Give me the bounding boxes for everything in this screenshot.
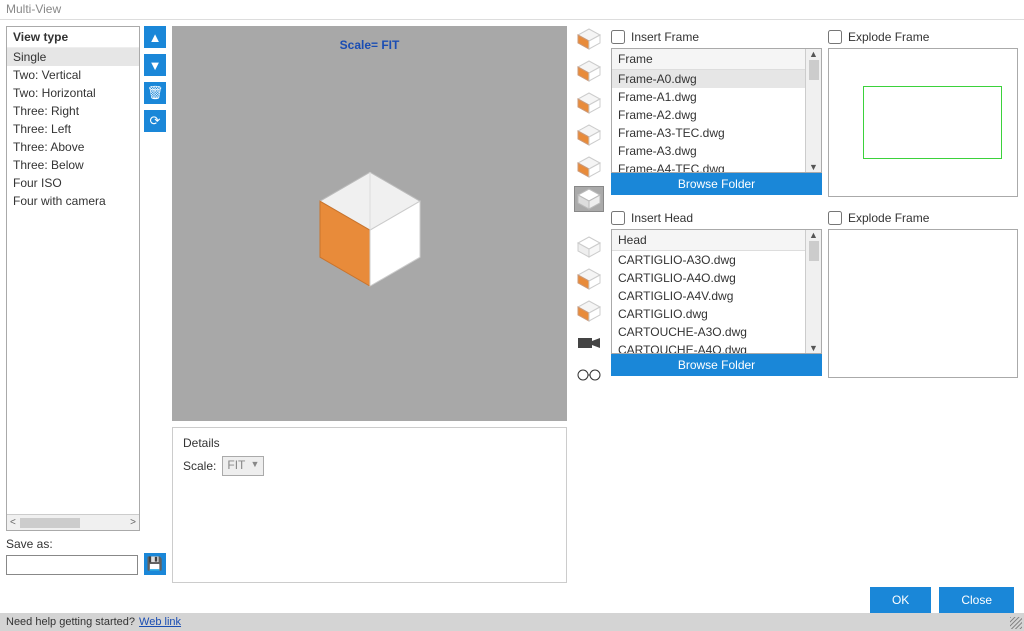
window-title: Multi-View <box>6 2 61 16</box>
frame-panel: Insert Frame Frame Frame-A0.dwg Frame-A1… <box>611 26 1018 197</box>
frame-file-item[interactable]: Frame-A4-TEC.dwg <box>612 160 805 172</box>
scroll-thumb[interactable] <box>20 518 80 528</box>
move-up-button[interactable]: ▲ <box>144 26 166 48</box>
save-as-input[interactable] <box>6 555 138 575</box>
insert-frame-label: Insert Frame <box>631 30 699 44</box>
view-type-item[interactable]: Two: Horizontal <box>7 84 139 102</box>
view-type-item[interactable]: Three: Below <box>7 156 139 174</box>
scroll-thumb[interactable] <box>809 241 819 261</box>
scroll-up-icon[interactable]: ▲ <box>809 230 818 240</box>
head-file-item[interactable]: CARTOUCHE-A4O.dwg <box>612 341 805 353</box>
scale-label: Scale: <box>183 459 216 473</box>
center-column: Scale= FIT Details Scale: FIT ▼ <box>172 26 567 583</box>
head-list-header: Head <box>612 230 805 251</box>
cube-view-1[interactable] <box>574 26 604 52</box>
browse-frame-folder-button[interactable]: Browse Folder <box>611 173 822 195</box>
camera-icon[interactable] <box>574 330 604 356</box>
save-as-label: Save as: <box>6 537 166 551</box>
head-file-item[interactable]: CARTIGLIO-A3O.dwg <box>612 251 805 269</box>
cube-view-9[interactable] <box>574 298 604 324</box>
preview-scale-label: Scale= FIT <box>340 38 400 52</box>
status-text: Need help getting started? <box>6 616 135 628</box>
explode-head-checkbox[interactable] <box>828 211 842 225</box>
cube-view-8[interactable] <box>574 266 604 292</box>
insert-frame-checkbox[interactable] <box>611 30 625 44</box>
left-column: View type Single Two: Vertical Two: Hori… <box>6 26 166 583</box>
frame-file-item[interactable]: Frame-A2.dwg <box>612 106 805 124</box>
scroll-thumb[interactable] <box>809 60 819 80</box>
statusbar: Need help getting started? Web link <box>0 613 1024 631</box>
titlebar: Multi-View <box>0 0 1024 20</box>
frame-preview-rect <box>863 86 1002 160</box>
cube-view-3[interactable] <box>574 90 604 116</box>
explode-head-label: Explode Frame <box>848 211 929 225</box>
scale-select[interactable]: FIT ▼ <box>222 456 264 476</box>
refresh-button[interactable]: ⟳ <box>144 110 166 132</box>
head-list-scrollbar[interactable]: ▲▼ <box>805 230 821 353</box>
scroll-down-icon[interactable]: ▼ <box>809 343 818 353</box>
view-type-item[interactable]: Four with camera <box>7 192 139 210</box>
details-title: Details <box>183 436 556 450</box>
details-panel: Details Scale: FIT ▼ <box>172 427 567 583</box>
scroll-up-icon[interactable]: ▲ <box>809 49 818 59</box>
scroll-left-icon[interactable]: < <box>7 517 19 528</box>
view-type-item[interactable]: Two: Vertical <box>7 66 139 84</box>
view-type-hscroll[interactable]: < > <box>7 514 139 530</box>
view-type-list[interactable]: View type Single Two: Vertical Two: Hori… <box>6 26 140 531</box>
cube-view-6[interactable] <box>574 186 604 212</box>
head-panel: Insert Head Head CARTIGLIO-A3O.dwg CARTI… <box>611 207 1018 378</box>
view-icon-strip <box>573 26 605 583</box>
view-type-item[interactable]: Three: Above <box>7 138 139 156</box>
insert-head-label: Insert Head <box>631 211 693 225</box>
frame-file-item[interactable]: Frame-A3-TEC.dwg <box>612 124 805 142</box>
view-type-item[interactable]: Three: Right <box>7 102 139 120</box>
cube-view-4[interactable] <box>574 122 604 148</box>
head-file-item[interactable]: CARTIGLIO-A4V.dwg <box>612 287 805 305</box>
dialog-buttons: OK Close <box>870 587 1014 613</box>
save-button[interactable]: 💾 <box>144 553 166 575</box>
head-preview <box>828 229 1018 378</box>
right-column: Insert Frame Frame Frame-A0.dwg Frame-A1… <box>573 26 1018 583</box>
save-as-section: Save as: 💾 <box>6 537 166 575</box>
delete-button[interactable]: 🗑 <box>144 82 166 104</box>
web-link[interactable]: Web link <box>139 616 181 628</box>
ok-button[interactable]: OK <box>870 587 931 613</box>
cube-view-2[interactable] <box>574 58 604 84</box>
head-file-list[interactable]: Head CARTIGLIO-A3O.dwg CARTIGLIO-A4O.dwg… <box>612 230 805 353</box>
move-down-button[interactable]: ▼ <box>144 54 166 76</box>
cube-icon <box>310 164 430 297</box>
frame-list-scrollbar[interactable]: ▲▼ <box>805 49 821 172</box>
resize-grip[interactable] <box>1010 617 1022 629</box>
head-file-item[interactable]: CARTOUCHE-A3O.dwg <box>612 323 805 341</box>
view-type-header: View type <box>7 27 139 48</box>
head-file-item[interactable]: CARTIGLIO.dwg <box>612 305 805 323</box>
scale-select-value: FIT <box>227 458 245 472</box>
explode-frame-label: Explode Frame <box>848 30 929 44</box>
preview-pane: Scale= FIT <box>172 26 567 421</box>
view-type-item[interactable]: Three: Left <box>7 120 139 138</box>
frame-file-item[interactable]: Frame-A0.dwg <box>612 70 805 88</box>
chevron-down-icon: ▼ <box>250 459 259 469</box>
close-button[interactable]: Close <box>939 587 1014 613</box>
scroll-right-icon[interactable]: > <box>127 517 139 528</box>
frame-file-item[interactable]: Frame-A3.dwg <box>612 142 805 160</box>
view-type-item[interactable]: Four ISO <box>7 174 139 192</box>
browse-head-folder-button[interactable]: Browse Folder <box>611 354 822 376</box>
insert-head-checkbox[interactable] <box>611 211 625 225</box>
frame-file-item[interactable]: Frame-A1.dwg <box>612 88 805 106</box>
frame-file-list[interactable]: Frame Frame-A0.dwg Frame-A1.dwg Frame-A2… <box>612 49 805 172</box>
glasses-icon[interactable] <box>574 362 604 388</box>
head-file-item[interactable]: CARTIGLIO-A4O.dwg <box>612 269 805 287</box>
cube-view-5[interactable] <box>574 154 604 180</box>
scroll-down-icon[interactable]: ▼ <box>809 162 818 172</box>
frame-list-header: Frame <box>612 49 805 70</box>
view-type-item[interactable]: Single <box>7 48 139 66</box>
explode-frame-checkbox[interactable] <box>828 30 842 44</box>
cube-view-7[interactable] <box>574 234 604 260</box>
frame-preview <box>828 48 1018 197</box>
